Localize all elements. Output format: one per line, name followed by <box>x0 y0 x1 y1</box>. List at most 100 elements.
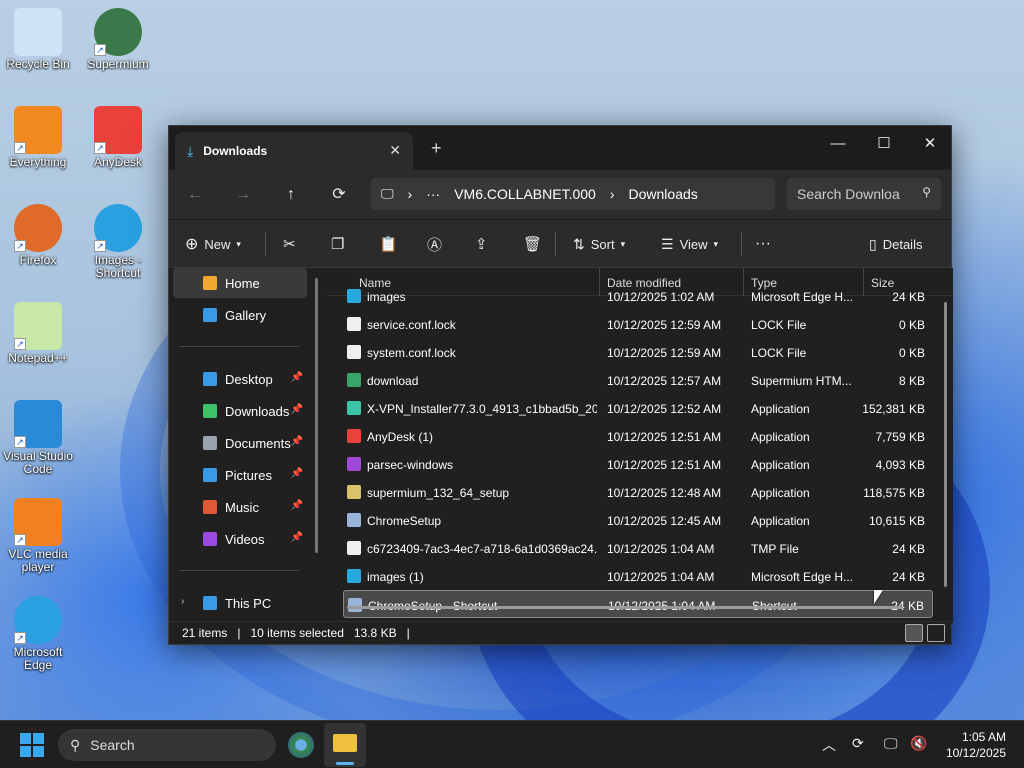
sidebar-item-label: Home <box>225 275 260 291</box>
file-date: 10/12/2025 1:04 AM <box>607 570 715 584</box>
details-pane-icon: ▯ <box>869 235 877 252</box>
sidebar-item-label: Documents <box>225 435 291 451</box>
chevron-up-icon[interactable]: ︿ <box>822 735 836 755</box>
delete-button[interactable]: 🗑 <box>523 232 542 256</box>
desktop-icon[interactable]: ↗ Images - Shortcut <box>80 204 156 280</box>
taskbar: ⚲ Search ︿ ⟳ 🖵 🔇 1:05 AM 10/12/2025 <box>0 720 1024 768</box>
file-row[interactable]: system.conf.lock 10/12/2025 12:59 AM LOCK … <box>343 338 933 366</box>
details-pane-button[interactable]: ▯ Details <box>869 232 922 256</box>
sidebar-item-this-pc[interactable]: › This PC <box>173 588 307 618</box>
file-row[interactable]: images 10/12/2025 1:02 AM Microsoft Edge H… <box>343 282 933 310</box>
pin-icon[interactable]: 📌 <box>291 468 303 479</box>
minimize-button[interactable]: — <box>815 130 861 160</box>
desktop-icon-label: Images - Shortcut <box>94 253 142 280</box>
rename-button[interactable]: Ⓐ <box>427 232 442 256</box>
pin-icon[interactable]: 📌 <box>291 372 303 383</box>
explorer-taskbar-button[interactable] <box>324 723 366 767</box>
tab-downloads[interactable]: ⤓ Downloads ✕ <box>175 132 413 170</box>
desktop-icon[interactable]: ↗ AnyDesk <box>80 106 156 169</box>
more-options-button[interactable]: ··· <box>755 232 771 256</box>
sidebar-item-gallery[interactable]: Gallery <box>173 300 307 330</box>
back-button[interactable]: ← <box>181 182 209 208</box>
sidebar-item-documents[interactable]: Documents 📌 <box>173 428 307 458</box>
pin-icon[interactable]: 📌 <box>291 404 303 415</box>
new-label: New <box>204 236 231 252</box>
forward-button[interactable]: → <box>229 182 257 208</box>
vertical-scrollbar[interactable] <box>944 302 947 587</box>
status-bar: 21 items | 10 items selected 13.8 KB | <box>169 621 951 644</box>
sidebar-item-downloads[interactable]: Downloads 📌 <box>173 396 307 426</box>
file-size: 10,615 KB <box>868 514 925 528</box>
horizontal-scrollbar[interactable] <box>347 606 903 609</box>
desktop-icon[interactable]: ↗ Visual Studio Code <box>0 400 76 476</box>
file-row[interactable]: AnyDesk (1) 10/12/2025 12:51 AM Applicatio… <box>343 422 933 450</box>
share-button[interactable]: ⇪ <box>475 232 488 256</box>
cut-button[interactable]: ✂ <box>283 232 296 256</box>
details-label: Details <box>882 236 923 252</box>
sort-button[interactable]: ⇅ Sort ▾ <box>573 232 625 256</box>
close-tab-icon[interactable]: ✕ <box>389 142 401 159</box>
sidebar-item-home[interactable]: Home <box>173 268 307 298</box>
pin-icon[interactable]: 📌 <box>291 532 303 543</box>
desktop-icon[interactable]: ↗ Supermium <box>80 8 156 71</box>
file-type-icon <box>347 373 361 387</box>
breadcrumb-downloads[interactable]: Downloads <box>629 186 698 202</box>
share-icon: ⇪ <box>475 236 488 253</box>
taskbar-search[interactable]: ⚲ Search <box>58 729 276 761</box>
details-view-button[interactable] <box>905 624 923 642</box>
divider <box>555 232 556 256</box>
file-row[interactable]: ChromeSetup - Shortcut10/12/2025 1:04 AM… <box>343 590 933 618</box>
file-name: download <box>367 374 419 388</box>
breadcrumb-host[interactable]: VM6.COLLABNET.000 <box>454 186 596 202</box>
file-date: 10/12/2025 12:51 AM <box>607 430 722 444</box>
sync-icon[interactable]: ⟳ <box>852 735 864 752</box>
start-button[interactable] <box>20 733 44 757</box>
divider <box>179 570 299 571</box>
desktop-icon[interactable]: Recycle Bin <box>0 8 76 71</box>
volume-muted-icon[interactable]: 🔇 <box>910 735 927 752</box>
clock[interactable]: 1:05 AM 10/12/2025 <box>946 729 1006 761</box>
file-row[interactable]: service.conf.lock 10/12/2025 12:59 AM LOCK… <box>343 310 933 338</box>
sidebar-item-desktop[interactable]: Desktop 📌 <box>173 364 307 394</box>
copy-button[interactable]: ❐ <box>331 232 344 256</box>
desktop-icon[interactable]: ↗ Everything <box>0 106 76 169</box>
paste-button[interactable]: 📋 <box>379 232 398 256</box>
desktop-icon[interactable]: ↗ Notepad++ <box>0 302 76 365</box>
divider <box>741 232 742 256</box>
desktop-icon[interactable]: ↗ Firefox <box>0 204 76 267</box>
network-icon[interactable]: 🖵 <box>884 735 898 752</box>
pin-icon[interactable]: 📌 <box>291 436 303 447</box>
new-tab-button[interactable]: + <box>431 138 442 159</box>
sidebar-item-music[interactable]: Music 📌 <box>173 492 307 522</box>
search-input[interactable]: Search Downloa ⚲ <box>787 178 941 210</box>
supermium-taskbar-icon[interactable] <box>288 732 314 758</box>
file-size: 8 KB <box>898 374 925 388</box>
item-count: 21 items <box>182 626 228 640</box>
file-size: 0 KB <box>898 318 925 332</box>
tiles-view-button[interactable] <box>927 624 945 642</box>
sidebar-scrollbar[interactable] <box>315 278 318 553</box>
refresh-button[interactable]: ⟳ <box>325 182 353 208</box>
view-button[interactable]: ☰ View ▾ <box>661 232 718 256</box>
up-button[interactable]: ↑ <box>277 182 305 208</box>
shortcut-arrow-icon: ↗ <box>14 240 26 252</box>
address-overflow-button[interactable]: ··· <box>426 186 440 202</box>
desktop-icon-label: VLC media player <box>8 547 68 574</box>
sidebar-item-videos[interactable]: Videos 📌 <box>173 524 307 554</box>
desktop-icon[interactable]: ↗ VLC media player <box>0 498 76 574</box>
file-row[interactable]: c6723409-7ac3-4ec7-a718-6a1d0369ac24....… <box>343 534 933 562</box>
file-row[interactable]: ChromeSetup 10/12/2025 12:45 AM Applicatio… <box>343 506 933 534</box>
maximize-button[interactable]: ☐ <box>861 130 907 160</box>
pin-icon[interactable]: 📌 <box>291 500 303 511</box>
file-row[interactable]: X-VPN_Installer77.3.0_4913_c1bbad5b_20..… <box>343 394 933 422</box>
close-button[interactable]: ✕ <box>907 130 953 160</box>
file-row[interactable]: images (1) 10/12/2025 1:04 AM Microsoft Ed… <box>343 562 933 590</box>
file-row[interactable]: parsec-windows 10/12/2025 12:51 AM Applica… <box>343 450 933 478</box>
desktop-icon-label: Firefox <box>19 253 57 267</box>
sidebar-item-pictures[interactable]: Pictures 📌 <box>173 460 307 490</box>
new-button[interactable]: ⊕ New ▾ <box>185 232 241 256</box>
desktop-icon[interactable]: ↗ Microsoft Edge <box>0 596 76 672</box>
address-bar[interactable]: 🖵 › ··· VM6.COLLABNET.000 › Downloads <box>371 178 775 210</box>
file-row[interactable]: supermium_132_64_setup 10/12/2025 12:48 A… <box>343 478 933 506</box>
file-row[interactable]: download 10/12/2025 12:57 AM Supermium HTM… <box>343 366 933 394</box>
